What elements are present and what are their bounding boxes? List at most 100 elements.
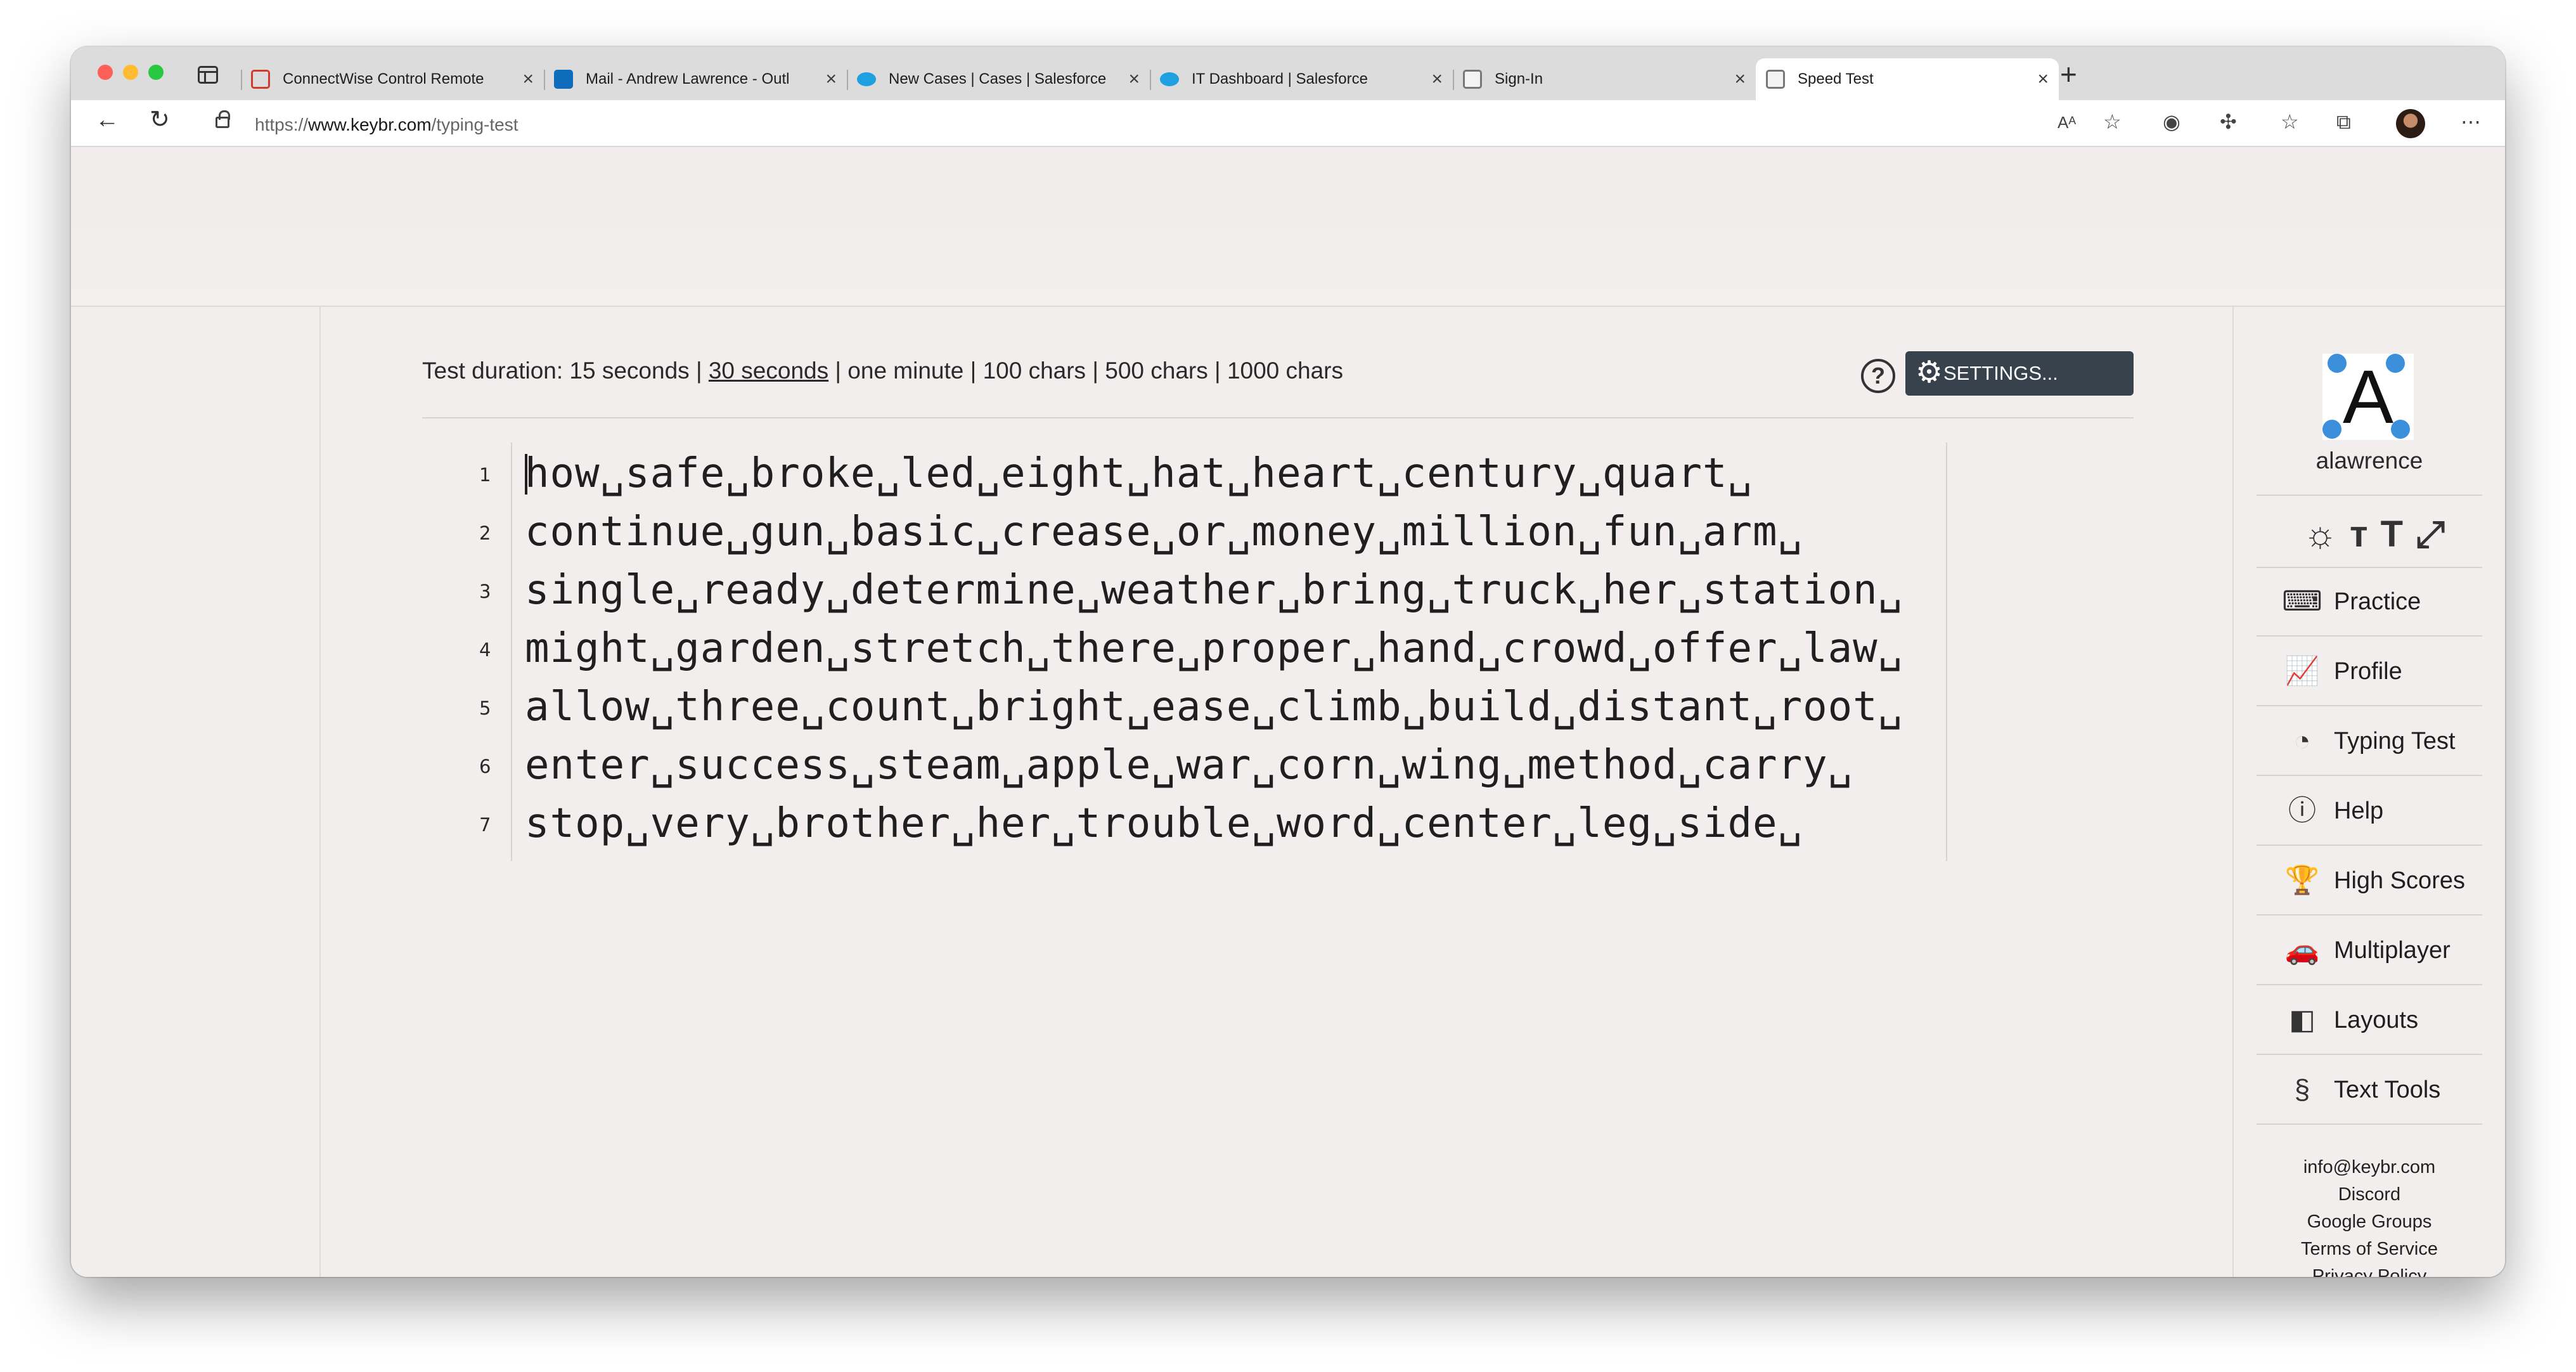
connectwise-icon [251, 70, 270, 89]
help-icon[interactable]: ? [1861, 359, 1895, 393]
tab-actions-icon[interactable] [198, 66, 218, 84]
back-arrow-icon[interactable]: ← [95, 108, 119, 132]
favorite-star-icon[interactable]: ☆ [2103, 112, 2122, 132]
duration-100-chars[interactable]: 100 chars [983, 358, 1086, 384]
separator: | [1214, 358, 1221, 384]
line-text: single␣ready␣determine␣weather␣bring␣tru… [525, 567, 1903, 614]
favorites-icon[interactable]: ☆ [2281, 112, 2299, 132]
nav-label: Text Tools [2334, 1076, 2441, 1103]
tab-close-icon[interactable]: × [1431, 70, 1443, 89]
tab-close-icon[interactable]: × [1734, 70, 1746, 89]
tab-it-dashboard[interactable]: IT Dashboard | Salesforce × [1150, 58, 1453, 100]
help-icon: ⓘ [2288, 795, 2316, 826]
tab-title: Speed Test [1798, 70, 1874, 87]
layouts-icon: ◧ [2289, 1004, 2315, 1035]
settings-label: SETTINGS... [1943, 362, 2058, 384]
avatar-letter: A [2342, 354, 2394, 439]
line-number: 4 [479, 639, 491, 661]
duration-30-seconds[interactable]: 30 seconds [709, 358, 828, 384]
separator: | [835, 358, 842, 384]
tab-close-icon[interactable]: × [825, 70, 837, 89]
theme-icon[interactable]: ☼ [2303, 514, 2350, 555]
url-text[interactable]: https://www.keybr.com/typing-test [255, 115, 518, 135]
text-line: 1 how␣safe␣broke␣led␣eight␣hat␣heart␣cen… [321, 443, 1943, 501]
car-icon: 🚗 [2284, 935, 2320, 966]
footer-link-privacy[interactable]: Privacy Policy [2234, 1263, 2505, 1277]
separator: | [970, 358, 977, 384]
tab-strip: ConnectWise Control Remote × Mail - Andr… [71, 47, 2505, 100]
tab-sign-in[interactable]: Sign-In × [1453, 58, 1756, 100]
maximize-window-button[interactable] [148, 65, 164, 80]
sidebar: A alawrence ☼ᴛT⤢ ⌨ Practice 📈 Profile ◔ … [2234, 307, 2505, 1277]
browser-window: ConnectWise Control Remote × Mail - Andr… [71, 47, 2505, 1277]
line-number: 2 [479, 522, 491, 544]
tab-close-icon[interactable]: × [1128, 70, 1140, 89]
nav-label: Multiplayer [2334, 936, 2450, 964]
close-window-button[interactable] [98, 65, 113, 80]
typing-test-panel: Test duration: 15 seconds | 30 seconds |… [319, 307, 2234, 1277]
read-aloud-icon[interactable]: Aᴬ [2058, 114, 2076, 131]
document-icon [1463, 70, 1482, 89]
duration-15-seconds[interactable]: 15 seconds [569, 358, 689, 384]
minimize-window-button[interactable] [123, 65, 138, 80]
line-text: stop␣very␣brother␣her␣trouble␣word␣cente… [525, 800, 1803, 847]
line-text: continue␣gun␣basic␣crease␣or␣money␣milli… [525, 508, 1803, 555]
tab-new-cases[interactable]: New Cases | Cases | Salesforce × [847, 58, 1150, 100]
tab-connectwise[interactable]: ConnectWise Control Remote × [241, 58, 544, 100]
footer-link-google-groups[interactable]: Google Groups [2234, 1208, 2505, 1236]
duration-1000-chars[interactable]: 1000 chars [1227, 358, 1343, 384]
nav-text-tools[interactable]: § Text Tools [2257, 1056, 2482, 1125]
text-line: 6 enter␣success␣steam␣apple␣war␣corn␣win… [321, 734, 1943, 793]
nav-multiplayer[interactable]: 🚗 Multiplayer [2257, 917, 2482, 985]
line-text: might␣garden␣stretch␣there␣proper␣hand␣c… [525, 625, 1903, 672]
tab-close-icon[interactable]: × [2037, 70, 2049, 89]
tab-title: New Cases | Cases | Salesforce [889, 70, 1107, 87]
nav-label: Typing Test [2334, 727, 2456, 754]
nav-typing-test[interactable]: ◔ Typing Test [2257, 708, 2482, 776]
line-number: 3 [479, 581, 491, 602]
profile-avatar[interactable] [2396, 109, 2425, 138]
tab-speed-test[interactable]: Speed Test × [1756, 58, 2059, 100]
nav-profile[interactable]: 📈 Profile [2257, 638, 2482, 706]
duration-one-minute[interactable]: one minute [847, 358, 963, 384]
line-text: how␣safe␣broke␣led␣eight␣hat␣heart␣centu… [525, 450, 1753, 497]
separator: | [1092, 358, 1098, 384]
duration-500-chars[interactable]: 500 chars [1105, 358, 1208, 384]
nav-high-scores[interactable]: 🏆 High Scores [2257, 847, 2482, 916]
tab-title: Mail - Andrew Lawrence - Outl [586, 70, 790, 87]
divider [1946, 443, 1947, 861]
keyboard-icon: ⌨ [2282, 586, 2322, 617]
nav-help[interactable]: ⓘ Help [2257, 777, 2482, 846]
footer-link-terms[interactable]: Terms of Service [2234, 1236, 2505, 1263]
line-number: 6 [479, 756, 491, 777]
collections-icon[interactable]: ⧉ [2336, 112, 2351, 132]
new-tab-button[interactable]: + [2060, 60, 2077, 89]
tab-mail[interactable]: Mail - Andrew Lawrence - Outl × [544, 58, 847, 100]
settings-button[interactable]: ⚙ SETTINGS... [1905, 351, 2134, 396]
browser-toolbar: ← ↻ https://www.keybr.com/typing-test Aᴬ… [71, 100, 2505, 147]
user-avatar[interactable]: A [2322, 354, 2414, 440]
typing-text-area[interactable]: 1 how␣safe␣broke␣led␣eight␣hat␣heart␣cen… [321, 443, 1947, 861]
page-body: Test duration: 15 seconds | 30 seconds |… [71, 147, 2505, 1277]
footer-link-discord[interactable]: Discord [2234, 1181, 2505, 1208]
extensions-puzzle-icon[interactable]: ✣ [2220, 112, 2237, 132]
extension-icon[interactable]: ◉ [2163, 112, 2180, 132]
address-bar[interactable]: https://www.keybr.com/typing-test [198, 105, 2201, 142]
reload-icon[interactable]: ↻ [150, 108, 170, 132]
fullscreen-icon[interactable]: ⤢ [2416, 514, 2457, 555]
text-line: 7 stop␣very␣brother␣her␣trouble␣word␣cen… [321, 793, 1943, 851]
tab-close-icon[interactable]: × [522, 70, 534, 89]
gear-icon: ⚙ [1916, 356, 1943, 389]
nav-layouts[interactable]: ◧ Layouts [2257, 987, 2482, 1055]
nav-practice[interactable]: ⌨ Practice [2257, 568, 2482, 637]
nav-label: Layouts [2334, 1006, 2419, 1033]
username[interactable]: alawrence [2234, 448, 2505, 474]
page-header-area [71, 147, 2505, 307]
footer-link-email[interactable]: info@keybr.com [2234, 1154, 2505, 1181]
salesforce-icon [1160, 72, 1179, 86]
chart-icon: 📈 [2284, 656, 2320, 687]
nav-label: Help [2334, 797, 2384, 824]
font-size-icon[interactable]: ᴛT [2350, 514, 2416, 555]
more-menu-icon[interactable]: ⋯ [2461, 112, 2481, 132]
line-number: 7 [479, 814, 491, 836]
